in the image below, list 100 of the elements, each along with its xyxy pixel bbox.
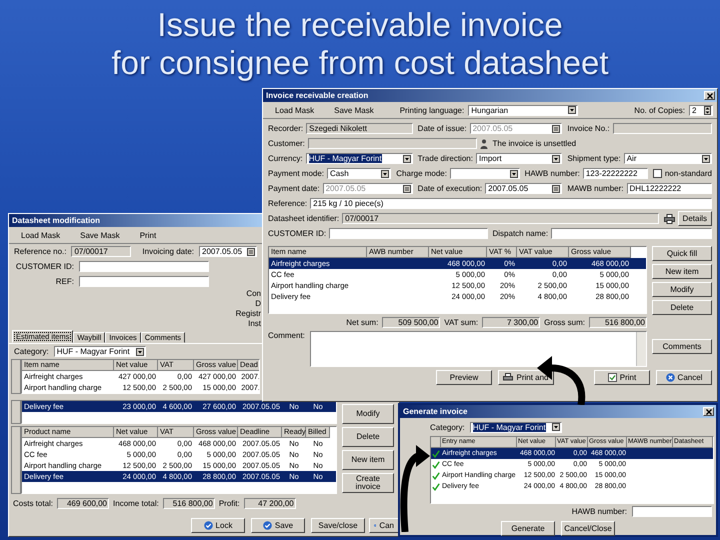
- field-label: HAWB number:: [572, 506, 627, 516]
- side-button[interactable]: Quick fill: [652, 246, 712, 261]
- dropdown[interactable]: HUF - Magyar Forint: [306, 153, 413, 164]
- side-button[interactable]: Delete: [652, 300, 712, 315]
- field-label: Profit:: [218, 499, 240, 508]
- spinner-field[interactable]: 2: [689, 104, 713, 116]
- toolbar-button[interactable]: Load Mask: [267, 106, 322, 114]
- side-button[interactable]: Create invoice: [342, 473, 394, 493]
- field-label: Category:: [14, 347, 49, 356]
- caret-icon: [381, 170, 390, 178]
- text-field[interactable]: 215 kg / 10 piece(s): [310, 198, 712, 209]
- close-icon: [706, 408, 712, 414]
- text-field[interactable]: [632, 506, 712, 516]
- window-title: Datasheet modification: [12, 216, 100, 225]
- check-icon[interactable]: [432, 460, 440, 468]
- dropdown[interactable]: Import: [476, 153, 562, 164]
- text-field[interactable]: [308, 138, 476, 149]
- action-button[interactable]: Generate: [501, 521, 555, 536]
- check-circle-icon: [262, 521, 272, 530]
- text-field[interactable]: [79, 276, 209, 287]
- field-label: Payment mode:: [268, 169, 324, 178]
- date-field[interactable]: 2007.05.05: [199, 246, 257, 257]
- caret-icon: [552, 423, 560, 431]
- check-icon[interactable]: [432, 450, 440, 458]
- printer-icon: [664, 214, 675, 224]
- action-button[interactable]: Can: [369, 518, 399, 533]
- dropdown[interactable]: HUF - Magyar Forint: [54, 346, 146, 357]
- dropdown[interactable]: Cash: [327, 168, 392, 179]
- field-label: Invoice No.:: [567, 124, 610, 133]
- text-field[interactable]: [329, 228, 488, 239]
- caret-icon: [402, 154, 411, 162]
- action-button[interactable]: Cancel: [656, 370, 712, 385]
- field-label: Datasheet identifier:: [268, 214, 340, 223]
- field-label: No. of Copies:: [634, 106, 685, 114]
- action-button[interactable]: Save: [251, 518, 305, 533]
- field-label: VAT sum:: [444, 318, 478, 327]
- status-text: The invoice is unsettled: [492, 139, 576, 148]
- field-label: Income total:: [113, 499, 159, 508]
- field-label: Reference:: [268, 199, 308, 208]
- side-button[interactable]: New item: [342, 450, 394, 470]
- side-button[interactable]: Delete: [342, 427, 394, 447]
- date-field[interactable]: 2007.05.05: [485, 183, 562, 194]
- field-label: Comment:: [268, 331, 305, 340]
- close-button[interactable]: [704, 91, 715, 100]
- checkbox[interactable]: [652, 169, 662, 178]
- close-button[interactable]: [703, 407, 714, 416]
- person-icon[interactable]: [480, 138, 488, 148]
- check-icon[interactable]: [432, 472, 440, 480]
- toolbar-button[interactable]: Print: [132, 230, 164, 240]
- window-title: Invoice receivable creation: [266, 91, 368, 100]
- field-label: Costs total:: [13, 499, 54, 508]
- text-field[interactable]: 123-22222222: [582, 168, 648, 179]
- slide-title: Issue the receivable invoice for consignee from cost datasheet: [110, 5, 610, 82]
- side-button[interactable]: Modify: [652, 282, 712, 297]
- field-label: Currency:: [268, 154, 303, 163]
- readonly-field[interactable]: [612, 123, 712, 134]
- action-button[interactable]: Preview: [436, 370, 492, 385]
- field-label: Con: [246, 289, 261, 299]
- toolbar-button[interactable]: Save Mask: [326, 106, 382, 114]
- field-label: D: [255, 299, 261, 309]
- toolbar-button[interactable]: Save Mask: [72, 230, 128, 240]
- text-field[interactable]: [79, 261, 209, 272]
- dropdown[interactable]: HUF - Magyar Forint: [470, 422, 562, 432]
- caret-icon: [568, 106, 576, 114]
- comment-field[interactable]: [310, 331, 647, 367]
- readonly-field: 469 600,00: [57, 498, 110, 509]
- check-icon[interactable]: [432, 482, 440, 490]
- field-label: Customer:: [268, 139, 305, 148]
- toolbar-button[interactable]: Load Mask: [13, 230, 68, 240]
- readonly-field[interactable]: 07/00017: [342, 213, 659, 224]
- caret-icon: [510, 170, 518, 178]
- field-label: Printing language:: [400, 106, 464, 114]
- readonly-field[interactable]: 07/00017: [71, 246, 132, 257]
- tick-icon: [608, 373, 617, 382]
- action-button[interactable]: Save/close: [311, 518, 365, 533]
- readonly-field[interactable]: Szegedi Nikolett: [306, 123, 413, 134]
- text-field[interactable]: DHL12222222: [626, 183, 712, 194]
- field-label: Payment date:: [268, 184, 320, 193]
- dropdown[interactable]: Hungarian: [468, 104, 578, 116]
- field-label: Recorder:: [268, 124, 304, 133]
- action-button[interactable]: Cancel/Close: [561, 521, 615, 536]
- readonly-field: 516 800,00: [589, 317, 647, 328]
- action-button[interactable]: Print: [594, 370, 650, 385]
- printer-icon: [503, 373, 514, 382]
- calendar-icon: [552, 184, 560, 192]
- readonly-field: 7 300,00: [482, 317, 540, 328]
- dropdown[interactable]: [450, 168, 520, 179]
- field-label: MAWB number:: [567, 184, 624, 193]
- comments-button[interactable]: Comments: [652, 339, 712, 354]
- check-circle-icon: [204, 521, 213, 530]
- side-button[interactable]: New item: [652, 264, 712, 279]
- dropdown[interactable]: Air: [624, 153, 712, 164]
- details-button[interactable]: Details: [678, 211, 712, 226]
- action-button[interactable]: Lock: [191, 518, 245, 533]
- side-button[interactable]: Modify: [342, 404, 394, 424]
- scrollbar[interactable]: [636, 332, 646, 366]
- text-field[interactable]: [551, 228, 712, 239]
- field-label: Net sum:: [346, 318, 378, 327]
- field-label: Invoicing date:: [142, 247, 194, 256]
- field-label: CUSTOMER ID:: [14, 262, 74, 271]
